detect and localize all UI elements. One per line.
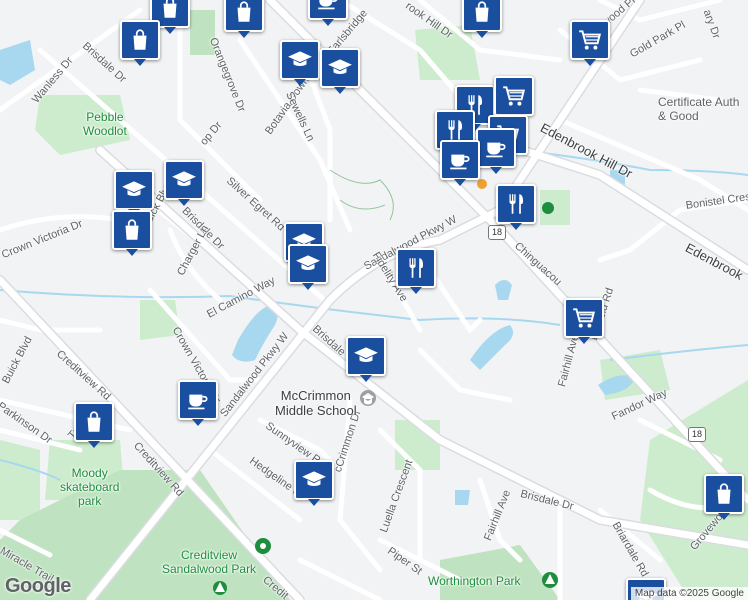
poi-label-certificate-auth: Certificate Auth & Good	[658, 95, 740, 123]
park-label-pebble-woodlot: Pebble Woodlot	[83, 110, 127, 138]
map-pin-shopping[interactable]	[704, 474, 744, 520]
map-pin-grocery[interactable]	[564, 298, 604, 344]
map-attribution[interactable]: Map data ©2025 Google	[630, 587, 748, 600]
map-pin-shopping[interactable]	[224, 0, 264, 38]
park-label-moody-skateboard: Moody skateboard park	[60, 466, 120, 508]
map-pin-cafe[interactable]	[178, 380, 218, 426]
map-base-layer	[0, 0, 748, 600]
map-pin-school[interactable]	[164, 160, 204, 206]
map-pin-school[interactable]	[320, 48, 360, 94]
coffee-cup-icon	[483, 135, 509, 161]
highway-shield-18-north: 18	[488, 225, 506, 240]
shopping-bag-icon	[469, 0, 495, 25]
highway-shield-18-south: 18	[688, 427, 706, 442]
fork-knife-icon	[403, 255, 429, 281]
graduation-cap-icon	[353, 343, 379, 369]
map-pin-school[interactable]	[114, 170, 154, 216]
map-pin-grocery[interactable]	[494, 76, 534, 122]
map-canvas[interactable]: Wanless Dr Brisdale Dr Orangegrove Dr Bo…	[0, 0, 748, 600]
coffee-cup-icon	[185, 387, 211, 413]
school-label-mccrimmon: McCrimmon Middle School	[275, 388, 357, 418]
map-pin-grocery[interactable]	[570, 20, 610, 66]
map-pin-restaurant[interactable]	[496, 184, 536, 230]
shopping-cart-icon	[571, 305, 597, 331]
shopping-bag-icon	[231, 0, 257, 25]
map-pin-restaurant[interactable]	[396, 248, 436, 294]
park-label-creditview-sandalwood: Creditview Sandalwood Park	[162, 548, 257, 576]
coffee-cup-icon	[315, 0, 341, 13]
graduation-cap-icon	[171, 167, 197, 193]
shopping-cart-icon	[501, 83, 527, 109]
graduation-cap-icon	[121, 177, 147, 203]
map-pin-shopping[interactable]	[120, 20, 160, 66]
graduation-cap-icon	[327, 55, 353, 81]
map-pin-school[interactable]	[294, 460, 334, 506]
map-pin-cafe[interactable]	[476, 128, 516, 174]
google-logo: Google	[5, 575, 71, 597]
graduation-cap-icon	[295, 251, 321, 277]
shopping-bag-icon	[711, 481, 737, 507]
map-pin-cafe[interactable]	[440, 140, 480, 186]
shopping-bag-icon	[119, 217, 145, 243]
map-pin-shopping[interactable]	[462, 0, 502, 38]
coffee-cup-icon	[447, 147, 473, 173]
shopping-bag-icon	[81, 409, 107, 435]
map-pin-school[interactable]	[288, 244, 328, 290]
park-label-worthington: Worthington Park	[428, 574, 521, 588]
shopping-bag-icon	[157, 0, 183, 21]
map-pin-school[interactable]	[346, 336, 386, 382]
shopping-cart-icon	[577, 27, 603, 53]
map-pin-shopping[interactable]	[74, 402, 114, 448]
shopping-bag-icon	[127, 27, 153, 53]
map-pin-shopping[interactable]	[112, 210, 152, 256]
fork-knife-icon	[503, 191, 529, 217]
map-pin-cafe[interactable]	[308, 0, 348, 26]
map-pin-school[interactable]	[280, 40, 320, 86]
graduation-cap-icon	[301, 467, 327, 493]
graduation-cap-icon	[287, 47, 313, 73]
